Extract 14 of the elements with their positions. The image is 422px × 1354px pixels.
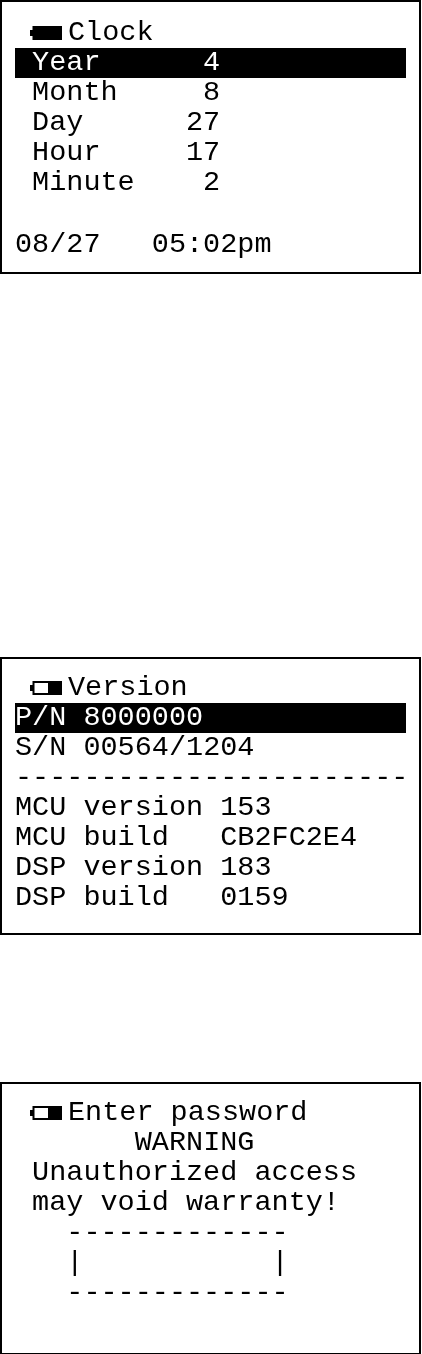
screen-title: Version — [68, 673, 188, 703]
dashed-line: ----------------------- — [15, 763, 409, 793]
warning-text: may void warranty! — [32, 1188, 340, 1218]
date-text: 08/27 — [15, 230, 101, 260]
menu-item[interactable]: P/N 8000000 — [15, 703, 406, 733]
password-field[interactable]: | | — [66, 1248, 289, 1278]
screen-title: Clock — [68, 18, 154, 48]
screen-title: Enter password — [68, 1098, 308, 1128]
time-text: 05:02pm — [151, 230, 272, 260]
dashed-line: ------------- — [66, 1278, 289, 1308]
warning-heading: WARNING — [134, 1128, 255, 1158]
warning-text: Unauthorized access — [32, 1158, 358, 1188]
menu-item[interactable]: Year 4 — [15, 48, 406, 78]
dashed-line: ------------- — [66, 1218, 289, 1248]
